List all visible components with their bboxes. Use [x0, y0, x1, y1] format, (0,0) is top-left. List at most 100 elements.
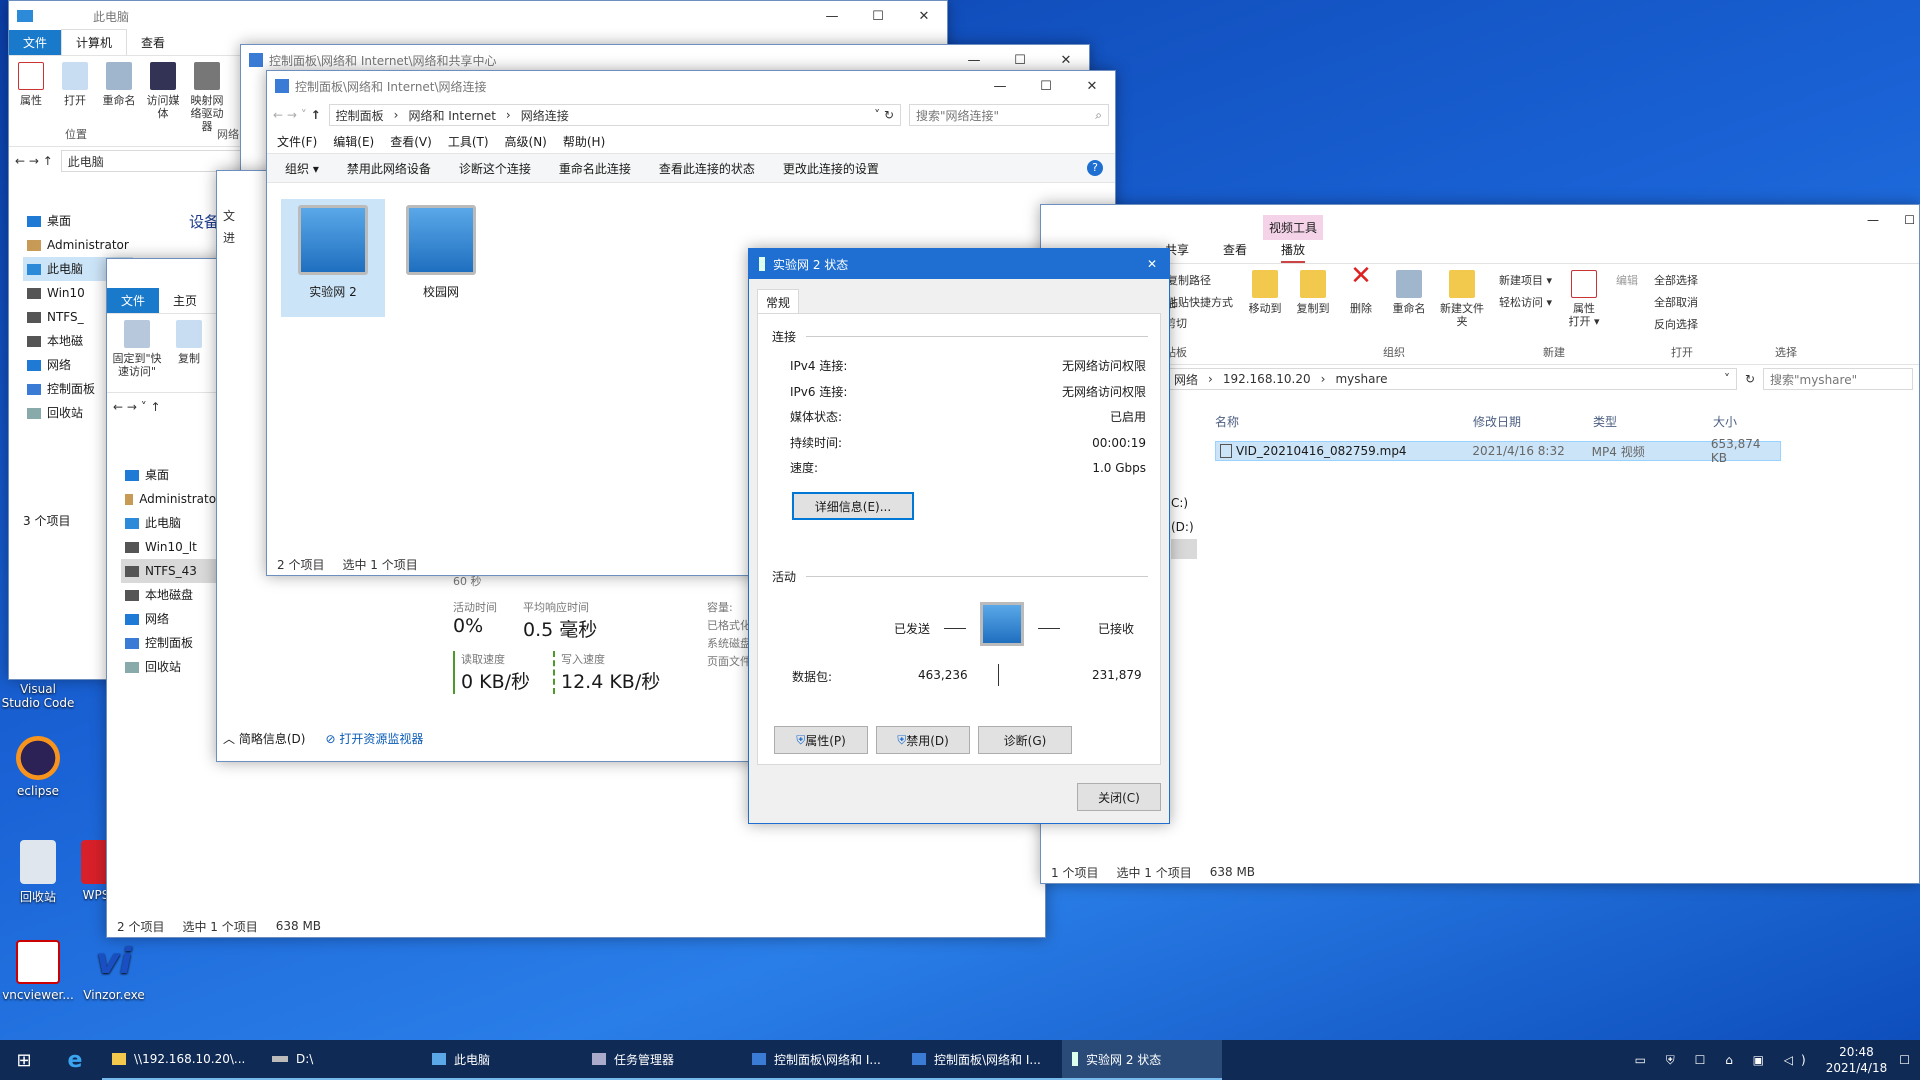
taskbar-item[interactable]: 控制面板\网络和 I... [902, 1040, 1062, 1080]
rename-connection-button[interactable]: 重命名此连接 [559, 160, 631, 177]
invert-selection-button[interactable]: 反向选择 [1654, 316, 1698, 332]
easy-access-button[interactable]: 轻松访问 ▾ [1499, 294, 1552, 310]
select-none-button[interactable]: 全部取消 [1654, 294, 1698, 310]
nav-item[interactable]: 网络 [121, 607, 221, 631]
col-name[interactable]: 名称 [1215, 413, 1473, 435]
properties-button[interactable]: 属性 打开 ▾ [1562, 264, 1606, 364]
desktop-icon-vnc[interactable]: vncviewer... [0, 940, 76, 1002]
minimize-button[interactable]: — [977, 79, 1023, 94]
tab-file[interactable]: 文件 [107, 288, 160, 313]
desktop-icon-eclipse[interactable]: eclipse [0, 736, 76, 798]
nav-item[interactable]: (D:) [1171, 515, 1197, 539]
close-icon[interactable]: ✕ [1147, 257, 1157, 271]
taskbar-item[interactable]: 任务管理器 [582, 1040, 742, 1080]
view-status-button[interactable]: 查看此连接的状态 [659, 160, 755, 177]
nav-item[interactable]: 回收站 [121, 655, 221, 679]
close-button[interactable]: ✕ [901, 9, 947, 24]
minimize-button[interactable]: — [809, 9, 855, 24]
address-bar[interactable]: 网络 › 192.168.10.20 › myshare ˅ [1167, 368, 1737, 390]
nav-item[interactable]: 控制面板 [121, 631, 221, 655]
taskbar-item-active[interactable]: 实验网 2 状态 [1062, 1040, 1222, 1080]
devices-header[interactable]: 设备 [189, 211, 219, 232]
nav-item[interactable]: 此电脑 [121, 511, 221, 535]
menu-tools[interactable]: 工具(T) [448, 133, 489, 150]
media-button[interactable]: 访问媒体 [141, 56, 185, 146]
tab-view[interactable]: 查看 [127, 30, 179, 55]
taskbar-item[interactable]: 此电脑 [422, 1040, 582, 1080]
nav-item[interactable]: NTFS_43 [121, 559, 221, 583]
nav-item[interactable]: 桌面 [121, 463, 221, 487]
menu-view[interactable]: 查看(V) [390, 133, 432, 150]
clock[interactable]: 20:48 2021/4/18 [1826, 1044, 1888, 1076]
move-to-button[interactable]: 移动到 [1243, 264, 1287, 364]
dialog-tab[interactable]: 常规 [757, 289, 800, 315]
select-all-button[interactable]: 全部选择 [1654, 272, 1698, 288]
disable-device-button[interactable]: 禁用此网络设备 [347, 160, 431, 177]
notification-icon[interactable]: ☐ [1899, 1053, 1910, 1067]
help-icon[interactable]: ? [1087, 160, 1103, 176]
maximize-button[interactable]: ☐ [1904, 213, 1915, 227]
change-settings-button[interactable]: 更改此连接的设置 [783, 160, 879, 177]
brief-info-button[interactable]: ︿ 简略信息(D) [223, 730, 305, 747]
connection-item[interactable]: 校园网 [389, 199, 493, 317]
desktop-icon-recycle[interactable]: 回收站 [0, 840, 76, 905]
ie-button[interactable]: e [48, 1040, 102, 1080]
col-type[interactable]: 类型 [1593, 413, 1713, 435]
tm-tab-partial[interactable]: 文 [223, 207, 235, 224]
refresh-icon[interactable]: ↻ [1745, 372, 1755, 386]
start-button[interactable]: ⊞ [0, 1040, 48, 1080]
taskbar-item[interactable]: D:\ [262, 1040, 422, 1080]
properties-button[interactable]: 属性 [9, 56, 53, 146]
nav-item[interactable]: 本地磁盘 [121, 583, 221, 607]
menu-file[interactable]: 文件(F) [277, 133, 317, 150]
search-input[interactable]: 搜索"网络连接" ⌕ [909, 104, 1109, 126]
tab-home[interactable]: 主页 [159, 288, 211, 313]
diagnose-button[interactable]: 诊断这个连接 [459, 160, 531, 177]
desktop-icon-vinzor[interactable]: vi Vinzor.exe [76, 940, 152, 1002]
address-bar[interactable]: 控制面板 › 网络和 Internet › 网络连接 ˅ ↻ [328, 104, 901, 126]
menu-advanced[interactable]: 高级(N) [505, 133, 547, 150]
details-button[interactable]: 详细信息(E)... [792, 492, 914, 520]
col-date[interactable]: 修改日期 [1473, 413, 1593, 435]
menu-edit[interactable]: 编辑(E) [333, 133, 374, 150]
nav-item[interactable]: Administrator [121, 487, 221, 511]
disable-button[interactable]: ⛨ 禁用(D) [876, 726, 970, 754]
taskbar-item[interactable]: 控制面板\网络和 I... [742, 1040, 902, 1080]
taskbar-item[interactable]: \\192.168.10.20\... [102, 1040, 262, 1080]
tab-view[interactable]: 查看 [1223, 241, 1247, 263]
connection-item[interactable]: 实验网 2 [281, 199, 385, 317]
copy-button[interactable]: 复制 [167, 314, 211, 392]
tab-computer[interactable]: 计算机 [61, 29, 128, 55]
maximize-button[interactable]: ☐ [997, 53, 1043, 68]
maximize-button[interactable]: ☐ [1023, 79, 1069, 94]
tm-tab-partial[interactable]: 进 [223, 229, 235, 246]
menu-help[interactable]: 帮助(H) [563, 133, 605, 150]
close-button[interactable]: ✕ [1069, 79, 1115, 94]
desktop-icon-vscode[interactable]: Visual Studio Code [0, 682, 76, 710]
tray-icons[interactable]: ▭ ⛨ ☐ ⌂ ▣ ◁) [1635, 1053, 1814, 1068]
tab-file[interactable]: 文件 [9, 30, 62, 55]
tab-play[interactable]: 播放 [1281, 241, 1306, 263]
maximize-button[interactable]: ☐ [855, 9, 901, 24]
nav-item[interactable]: Win10_lt [121, 535, 221, 559]
organize-button[interactable]: 组织 ▾ [285, 160, 319, 177]
nav-item[interactable]: Administrator [23, 233, 133, 257]
copy-path-button[interactable]: 复制路径 [1167, 272, 1233, 288]
minimize-button[interactable]: — [951, 53, 997, 68]
minimize-button[interactable]: — [1867, 213, 1879, 227]
delete-button[interactable]: ✕ 删除 [1339, 263, 1383, 364]
col-size[interactable]: 大小 [1713, 413, 1737, 435]
file-row[interactable]: VID_20210416_082759.mp4 2021/4/16 8:32 MP4… [1215, 437, 1781, 465]
edit-button[interactable]: 编辑 [1616, 274, 1638, 287]
nav-item[interactable]: 桌面 [23, 209, 133, 233]
copy-to-button[interactable]: 复制到 [1291, 264, 1335, 364]
pin-quick-access-button[interactable]: 固定到"快速访问" [107, 314, 167, 392]
nav-item-selected[interactable] [1171, 539, 1197, 559]
nav-arrows[interactable]: ← → ˅ ↑ [273, 108, 321, 122]
close-button[interactable]: ✕ [1043, 53, 1089, 68]
nav-item[interactable]: C:) [1171, 491, 1197, 515]
diagnose-button[interactable]: 诊断(G) [978, 726, 1072, 754]
open-resource-monitor-link[interactable]: ⊘ 打开资源监视器 [325, 730, 423, 747]
close-button[interactable]: 关闭(C) [1077, 783, 1161, 811]
rename-button[interactable]: 重命名 [97, 56, 141, 146]
